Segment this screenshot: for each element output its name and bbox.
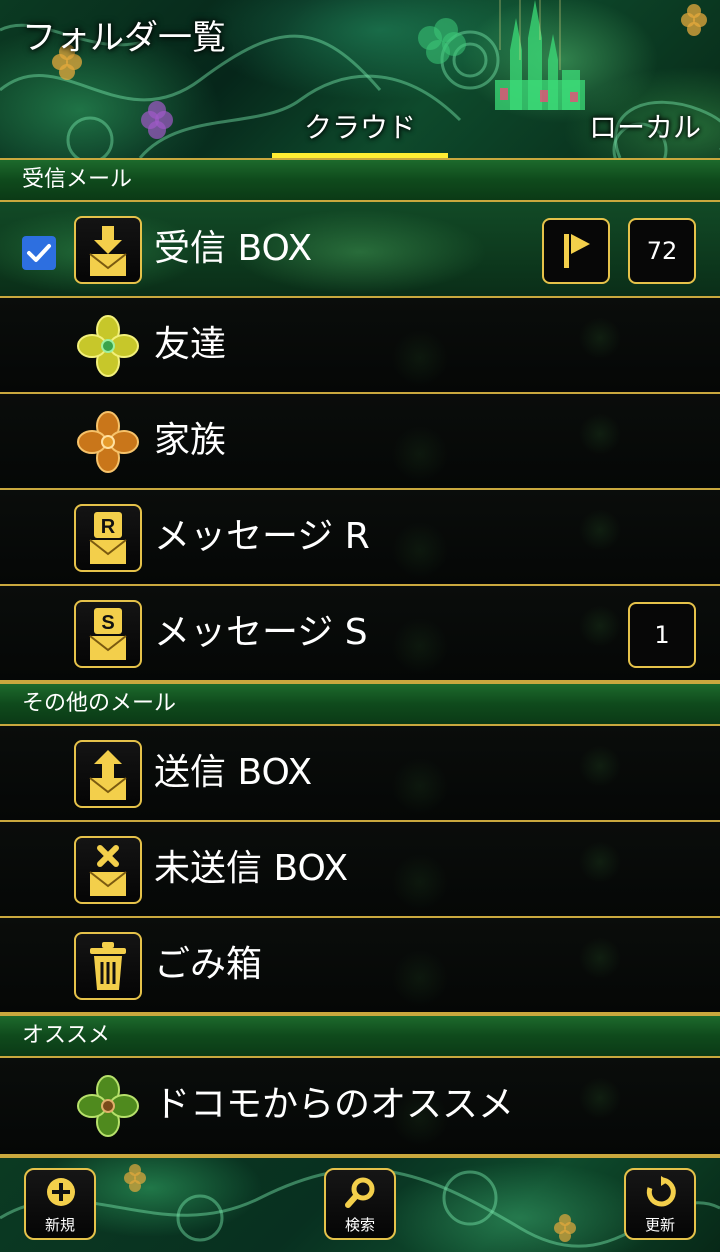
plus-icon (47, 1178, 75, 1206)
folder-row-inbox[interactable]: 受信 BOX 72 (0, 202, 720, 298)
folder-row-friends[interactable]: 友達 (0, 298, 720, 394)
search-label: 検索 (344, 1216, 375, 1234)
flag-icon (564, 234, 590, 268)
folder-row-message-s[interactable]: S メッセージ S 1 (0, 586, 720, 682)
yellow-clover-icon (77, 315, 139, 377)
section-title: オススメ (22, 1023, 111, 1048)
unread-count-badge: 72 (628, 218, 696, 284)
refresh-button[interactable]: 更新 (624, 1168, 696, 1240)
tab-cloud[interactable]: クラウド (272, 106, 448, 158)
section-title: 受信メール (22, 167, 133, 192)
unread-count-badge: 1 (628, 602, 696, 668)
folder-label: 友達 (154, 324, 227, 365)
section-title: その他のメール (22, 691, 177, 716)
folder-row-family[interactable]: 家族 (0, 394, 720, 490)
green-clover-icon (77, 1075, 139, 1137)
refresh-icon (646, 1176, 676, 1207)
message-r-icon: R (74, 504, 142, 572)
outbox-upload-icon (74, 740, 142, 808)
checkmark-icon (27, 244, 51, 262)
section-header-other-mail: その他のメール (0, 682, 720, 726)
unsent-mail-icon (74, 836, 142, 904)
folder-label: 家族 (154, 420, 227, 461)
folder-label: 送信 BOX (154, 752, 313, 793)
search-button[interactable]: 検索 (324, 1168, 396, 1240)
folder-label: ごみ箱 (154, 944, 263, 985)
folder-row-trash[interactable]: ごみ箱 (0, 918, 720, 1014)
search-icon (345, 1177, 375, 1208)
folder-label: 未送信 BOX (154, 848, 349, 889)
page-title: フォルダ一覧 (22, 18, 226, 58)
tab-local[interactable]: ローカル (570, 106, 720, 158)
new-folder-button[interactable]: 新規 (24, 1168, 96, 1240)
section-header-recommend: オススメ (0, 1014, 720, 1058)
folder-checkbox[interactable] (22, 236, 56, 270)
new-folder-label: 新規 (44, 1216, 75, 1234)
section-header-inbox: 受信メール (0, 158, 720, 202)
folder-row-docomo-recommend[interactable]: ドコモからのオススメ (0, 1058, 720, 1156)
message-s-letter: S (101, 612, 114, 634)
folder-row-message-r[interactable]: R メッセージ R (0, 490, 720, 586)
inbox-download-icon (74, 216, 142, 284)
header: フォルダ一覧 クラウド ローカル (0, 0, 720, 158)
refresh-label: 更新 (644, 1216, 675, 1234)
folder-row-unsent[interactable]: 未送信 BOX (0, 822, 720, 918)
message-s-icon: S (74, 600, 142, 668)
message-r-letter: R (101, 516, 116, 538)
folder-label: メッセージ S (154, 612, 368, 653)
footer-toolbar: 新規 検索 更新 (0, 1156, 720, 1252)
folder-label: 受信 BOX (154, 228, 313, 269)
folder-row-outbox[interactable]: 送信 BOX (0, 726, 720, 822)
trash-icon (74, 932, 142, 1000)
folder-label: メッセージ R (154, 516, 370, 557)
orange-clover-icon (77, 411, 139, 473)
folder-label: ドコモからのオススメ (154, 1084, 515, 1125)
flag-button[interactable] (542, 218, 610, 284)
